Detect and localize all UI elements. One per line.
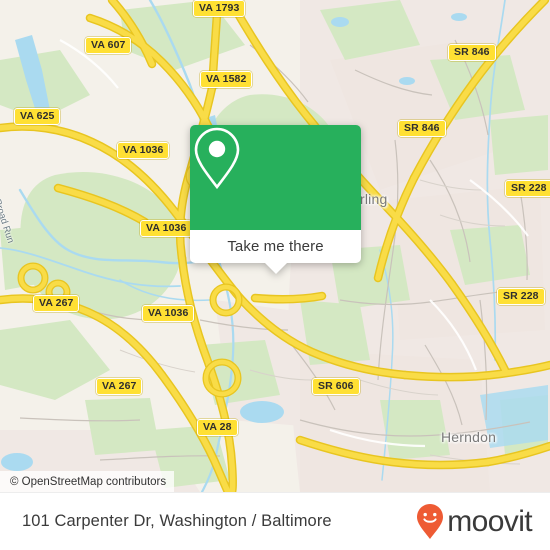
road-shield[interactable]: VA 1582 bbox=[200, 71, 253, 89]
road-shield[interactable]: VA 1036 bbox=[140, 220, 193, 238]
map-attribution[interactable]: © OpenStreetMap contributors bbox=[0, 471, 175, 492]
road-shield[interactable]: VA 607 bbox=[85, 37, 132, 55]
moovit-pin-icon bbox=[417, 503, 444, 539]
road-shield[interactable]: SR 846 bbox=[398, 120, 446, 138]
take-me-there-button[interactable]: Take me there bbox=[190, 230, 361, 263]
moovit-wordmark: moovit bbox=[447, 504, 532, 538]
map-pin-icon bbox=[194, 127, 240, 190]
road-shield[interactable]: SR 228 bbox=[497, 288, 545, 306]
address-label: 101 Carpenter Dr, Washington / Baltimore bbox=[22, 512, 332, 530]
road-shield[interactable]: SR 606 bbox=[312, 378, 360, 396]
road-shield[interactable]: VA 1036 bbox=[117, 142, 170, 160]
place-label-herndon: Herndon bbox=[441, 429, 497, 445]
road-shield[interactable]: VA 28 bbox=[197, 419, 238, 437]
screenshot-root: erling Herndon Broad Run VA 1793 VA 607 … bbox=[0, 0, 550, 550]
bottom-bar: 101 Carpenter Dr, Washington / Baltimore… bbox=[0, 492, 550, 550]
map-canvas[interactable]: erling Herndon Broad Run VA 1793 VA 607 … bbox=[0, 0, 550, 492]
road-shield[interactable]: VA 1036 bbox=[142, 305, 195, 323]
popup-pointer bbox=[264, 263, 287, 274]
road-shield[interactable]: SR 846 bbox=[448, 44, 496, 62]
road-shield[interactable]: VA 267 bbox=[96, 378, 143, 396]
road-shield[interactable]: SR 228 bbox=[505, 180, 550, 198]
road-shield[interactable]: VA 625 bbox=[14, 108, 61, 126]
road-shield[interactable]: VA 1793 bbox=[193, 0, 246, 18]
road-shield[interactable]: VA 267 bbox=[33, 295, 80, 313]
moovit-logo[interactable]: moovit bbox=[415, 503, 533, 541]
popup-icon-area bbox=[190, 125, 361, 230]
location-popup[interactable]: Take me there bbox=[190, 125, 361, 274]
